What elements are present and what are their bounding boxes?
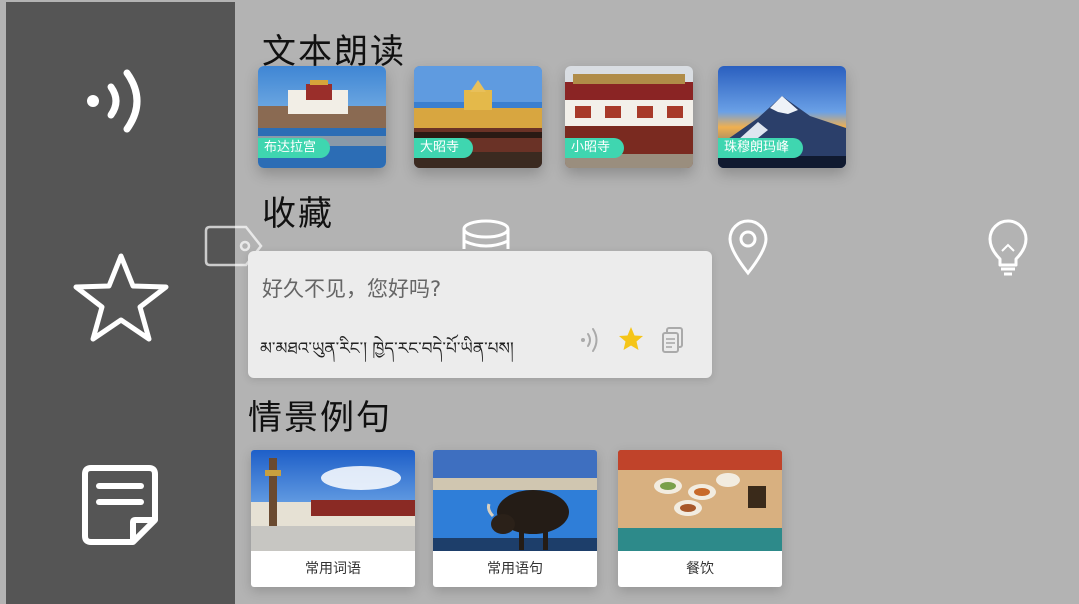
- sidebar-item-text-reading[interactable]: [6, 54, 235, 144]
- scene-card-dining[interactable]: 餐饮: [618, 450, 782, 587]
- tts-card-everest[interactable]: 珠穆朗玛峰: [718, 66, 846, 168]
- speaker-icon[interactable]: [578, 325, 602, 355]
- tts-card-label: 小昭寺: [565, 138, 625, 158]
- sidebar-item-favorites[interactable]: [6, 248, 235, 348]
- scene-card-common-sentences[interactable]: 常用语句: [433, 450, 597, 587]
- tts-card-jokhang[interactable]: 大昭寺: [414, 66, 542, 168]
- lightbulb-icon[interactable]: [986, 219, 1030, 277]
- sidebar: [6, 2, 235, 604]
- star-filled-icon[interactable]: [618, 325, 644, 353]
- favorite-tibetan-text: མ་མཐའ་ཡུན་རིང་། ཁྱེད་རང་བདེ་པོ་ཡིན་པས།: [260, 339, 514, 359]
- sidebar-item-scenes[interactable]: [6, 457, 235, 552]
- star-outline-icon: [73, 253, 168, 342]
- favorite-chinese-text: 好久不见，您好吗?: [262, 277, 442, 301]
- tts-card-potala[interactable]: 布达拉宫: [258, 66, 386, 168]
- dining-table-image: [618, 450, 782, 551]
- copy-icon[interactable]: [660, 325, 686, 355]
- tts-card-ramoche[interactable]: 小昭寺: [565, 66, 693, 168]
- scene-card-label: 常用语句: [487, 561, 543, 577]
- tts-card-label: 布达拉宫: [258, 138, 331, 158]
- street-scene-image: [251, 450, 415, 551]
- tts-card-label: 大昭寺: [414, 138, 474, 158]
- scene-card-label: 餐饮: [686, 561, 714, 577]
- scene-card-label: 常用词语: [305, 561, 361, 577]
- speaker-wave-icon: [86, 69, 140, 133]
- yak-lake-image: [433, 450, 597, 551]
- note-icon: [81, 464, 158, 545]
- favorite-card[interactable]: 好久不见，您好吗? མ་མཐའ་ཡུན་རིང་། ཁྱེད་རང་བདེ་པོ…: [248, 251, 712, 378]
- section-title-favorites: 收藏: [262, 194, 334, 234]
- location-pin-icon[interactable]: [726, 218, 770, 276]
- scene-card-common-words[interactable]: 常用词语: [251, 450, 415, 587]
- section-title-scenes: 情景例句: [248, 398, 392, 438]
- tts-card-label: 珠穆朗玛峰: [718, 138, 804, 158]
